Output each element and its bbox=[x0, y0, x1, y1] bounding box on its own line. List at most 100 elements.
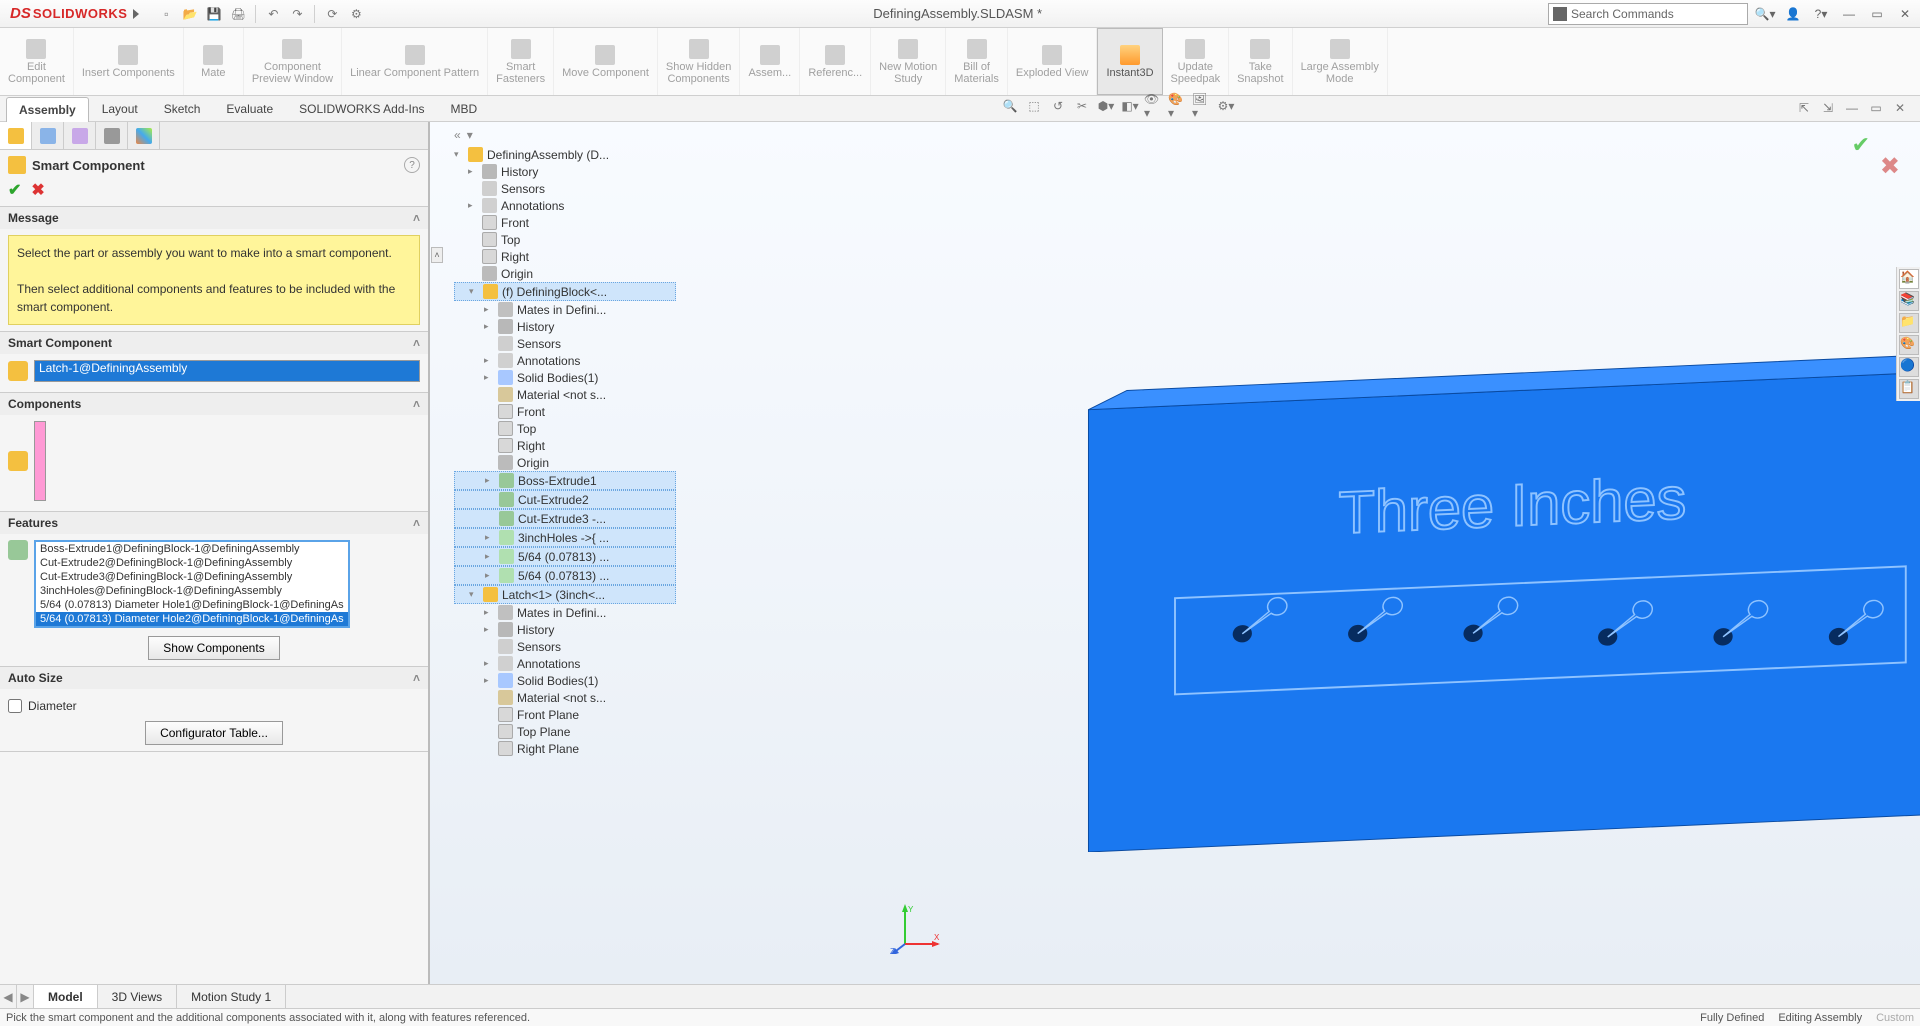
redo-icon[interactable]: ↷ bbox=[286, 3, 308, 25]
configurator-table-button[interactable]: Configurator Table... bbox=[145, 721, 283, 745]
feature-list-item[interactable]: Cut-Extrude3@DefiningBlock-1@DefiningAss… bbox=[36, 570, 348, 584]
tree-node[interactable]: ▸5/64 (0.07813) ... bbox=[454, 566, 676, 585]
tree-node[interactable]: ▸Mates in Defini... bbox=[454, 301, 676, 318]
tree-caret-icon[interactable]: ▸ bbox=[484, 372, 494, 383]
open-icon[interactable]: 📂 bbox=[179, 3, 201, 25]
panel-collapse-button[interactable]: ˄ bbox=[431, 247, 443, 263]
feature-manager-tree[interactable]: « ▾ ▾DefiningAssembly (D...▸HistorySenso… bbox=[450, 122, 680, 763]
prop-help-icon[interactable]: ? bbox=[404, 157, 420, 173]
search-dropdown-icon[interactable]: 🔍▾ bbox=[1754, 3, 1776, 25]
display-style-icon[interactable]: ◧▾ bbox=[1120, 96, 1140, 116]
tree-node[interactable]: Right bbox=[454, 248, 676, 265]
tree-node[interactable]: ▸5/64 (0.07813) ... bbox=[454, 547, 676, 566]
tree-caret-icon[interactable]: ▸ bbox=[485, 475, 495, 486]
tree-node[interactable]: ▸Annotations bbox=[454, 197, 676, 214]
tree-caret-icon[interactable]: ▸ bbox=[484, 658, 494, 669]
diameter-checkbox-row[interactable]: Diameter bbox=[8, 699, 420, 713]
zoom-area-icon[interactable]: ⬚ bbox=[1024, 96, 1044, 116]
tree-node[interactable]: ▸History bbox=[454, 621, 676, 638]
ribbon-mate[interactable]: Mate bbox=[184, 28, 244, 95]
tree-node[interactable]: Sensors bbox=[454, 638, 676, 655]
components-listbox[interactable] bbox=[34, 421, 46, 501]
tree-node[interactable]: Sensors bbox=[454, 335, 676, 352]
ribbon-move-component[interactable]: Move Component bbox=[554, 28, 658, 95]
tree-node[interactable]: ▸3inchHoles ->{ ... bbox=[454, 528, 676, 547]
zoom-fit-icon[interactable]: 🔍 bbox=[1000, 96, 1020, 116]
autosize-header[interactable]: Auto Size˄ bbox=[0, 667, 428, 689]
custom-props-icon[interactable]: 📋 bbox=[1899, 379, 1919, 399]
close-icon[interactable]: ✕ bbox=[1894, 3, 1916, 25]
prop-ok-button[interactable]: ✔ bbox=[8, 180, 21, 200]
prop-cancel-button[interactable]: ✖ bbox=[31, 180, 44, 200]
btab-prev-icon[interactable]: ◀ bbox=[0, 985, 17, 1008]
tree-node[interactable]: Top Plane bbox=[454, 723, 676, 740]
tree-caret-icon[interactable]: ▸ bbox=[485, 532, 495, 543]
prop-tab-dim[interactable] bbox=[96, 122, 128, 149]
ribbon-smart-fasteners[interactable]: Smart Fasteners bbox=[488, 28, 554, 95]
prop-tab-config[interactable] bbox=[32, 122, 64, 149]
user-icon[interactable]: 👤 bbox=[1782, 3, 1804, 25]
feature-list-item[interactable]: 3inchHoles@DefiningBlock-1@DefiningAssem… bbox=[36, 584, 348, 598]
tree-node[interactable]: Material <not s... bbox=[454, 689, 676, 706]
components-header[interactable]: Components˄ bbox=[0, 393, 428, 415]
tree-caret-icon[interactable]: ▸ bbox=[468, 200, 478, 211]
ribbon-assem-[interactable]: Assem... bbox=[740, 28, 800, 95]
print-icon[interactable]: 🖨 bbox=[227, 3, 249, 25]
edit-appearance-icon[interactable]: 🎨▾ bbox=[1168, 96, 1188, 116]
feature-list-item[interactable]: 5/64 (0.07813) Diameter Hole2@DefiningBl… bbox=[36, 612, 348, 626]
new-icon[interactable]: ▫ bbox=[155, 3, 177, 25]
view-orient-icon[interactable]: ⬢▾ bbox=[1096, 96, 1116, 116]
tree-node[interactable]: ▸History bbox=[454, 163, 676, 180]
vp-collapse-icon[interactable]: ⇲ bbox=[1818, 98, 1838, 118]
features-listbox[interactable]: Boss-Extrude1@DefiningBlock-1@DefiningAs… bbox=[34, 540, 350, 628]
show-components-button[interactable]: Show Components bbox=[148, 636, 279, 660]
message-header[interactable]: Message˄ bbox=[0, 207, 428, 229]
ribbon-bill-of-materials[interactable]: Bill of Materials bbox=[946, 28, 1008, 95]
ribbon-take-snapshot[interactable]: Take Snapshot bbox=[1229, 28, 1292, 95]
ribbon-referenc-[interactable]: Referenc... bbox=[800, 28, 871, 95]
tree-node[interactable]: Front Plane bbox=[454, 706, 676, 723]
tree-node[interactable]: ▸History bbox=[454, 318, 676, 335]
tree-caret-icon[interactable]: ▾ bbox=[469, 589, 479, 600]
minimize-icon[interactable]: — bbox=[1838, 3, 1860, 25]
tree-node[interactable]: Front bbox=[454, 214, 676, 231]
ribbon-tab-sketch[interactable]: Sketch bbox=[151, 96, 214, 121]
tree-node[interactable]: ▸Boss-Extrude1 bbox=[454, 471, 676, 490]
tree-node[interactable]: ▸Solid Bodies(1) bbox=[454, 369, 676, 386]
tree-caret-icon[interactable]: ▸ bbox=[484, 304, 494, 315]
bottom-tab-3d-views[interactable]: 3D Views bbox=[98, 985, 177, 1008]
prop-tab-feature[interactable] bbox=[0, 122, 32, 149]
tree-dropdown-icon[interactable]: ▾ bbox=[467, 128, 473, 142]
tree-node[interactable]: Top bbox=[454, 231, 676, 248]
ribbon-tab-layout[interactable]: Layout bbox=[89, 96, 151, 121]
ribbon-insert-components[interactable]: Insert Components bbox=[74, 28, 184, 95]
tree-node[interactable]: ▸Annotations bbox=[454, 655, 676, 672]
tree-caret-icon[interactable]: ▾ bbox=[454, 149, 464, 160]
view-palette-icon[interactable]: 🎨 bbox=[1899, 335, 1919, 355]
tree-node[interactable]: Sensors bbox=[454, 180, 676, 197]
home-tab-icon[interactable]: 🏠 bbox=[1899, 269, 1919, 289]
restore-icon[interactable]: ▭ bbox=[1866, 3, 1888, 25]
tree-caret-icon[interactable]: ▸ bbox=[485, 551, 495, 562]
ribbon-edit-component[interactable]: Edit Component bbox=[0, 28, 74, 95]
tree-node[interactable]: ▾Latch<1> (3inch<... bbox=[454, 585, 676, 604]
vp-expand-icon[interactable]: ⇱ bbox=[1794, 98, 1814, 118]
rebuild-icon[interactable]: ⟳ bbox=[321, 3, 343, 25]
tree-node[interactable]: Material <not s... bbox=[454, 386, 676, 403]
vp-min-icon[interactable]: — bbox=[1842, 98, 1862, 118]
ribbon-show-hidden-components[interactable]: Show Hidden Components bbox=[658, 28, 740, 95]
feature-list-item[interactable]: Cut-Extrude2@DefiningBlock-1@DefiningAss… bbox=[36, 556, 348, 570]
tree-caret-icon[interactable]: ▸ bbox=[484, 607, 494, 618]
tree-node[interactable]: ▸Solid Bodies(1) bbox=[454, 672, 676, 689]
design-lib-icon[interactable]: 📚 bbox=[1899, 291, 1919, 311]
view-settings-icon[interactable]: ⚙▾ bbox=[1216, 96, 1236, 116]
viewport-confirm-icon[interactable]: ✔ bbox=[1852, 132, 1870, 158]
bottom-tab-motion-study-1[interactable]: Motion Study 1 bbox=[177, 985, 286, 1008]
ribbon-tab-assembly[interactable]: Assembly bbox=[6, 97, 89, 122]
tree-node[interactable]: Top bbox=[454, 420, 676, 437]
ribbon-tab-mbd[interactable]: MBD bbox=[438, 96, 491, 121]
tree-caret-icon[interactable]: ▸ bbox=[468, 166, 478, 177]
tree-node[interactable]: Cut-Extrude2 bbox=[454, 490, 676, 509]
bottom-tab-model[interactable]: Model bbox=[34, 985, 98, 1008]
logo-dropdown-icon[interactable] bbox=[133, 9, 139, 19]
